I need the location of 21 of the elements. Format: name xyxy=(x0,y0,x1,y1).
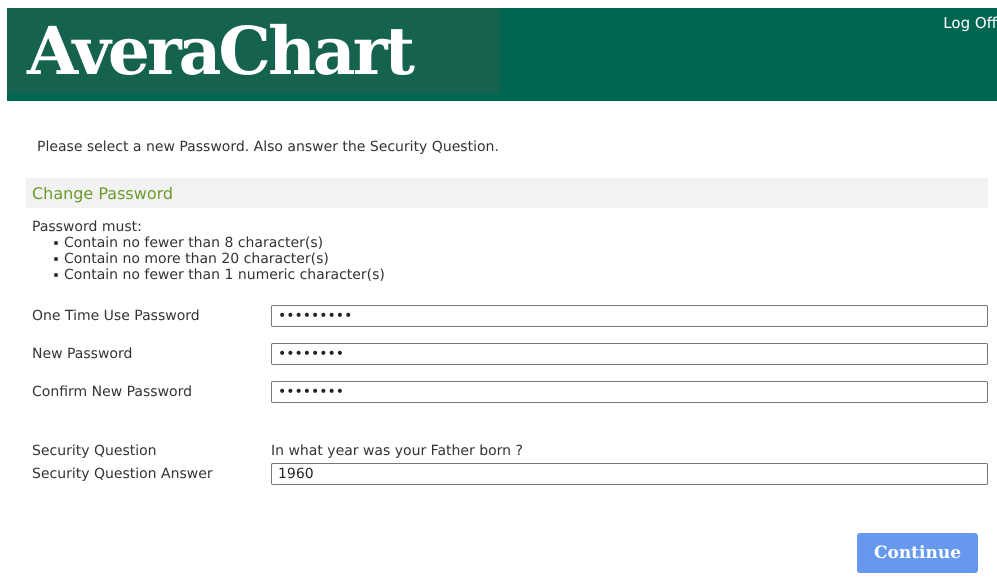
password-field[interactable]: •••••••• xyxy=(271,343,988,365)
rule-text: Contain no more than 20 character(s) xyxy=(64,251,329,267)
logo: AveraChart xyxy=(7,8,500,94)
field-label: Security Question Answer xyxy=(32,466,214,482)
instructions-text: Please select a new Password. Also answer the Security Question. xyxy=(36,139,500,155)
log-off-link[interactable]: Log Off xyxy=(943,14,997,32)
rules-heading: Password must: xyxy=(32,219,143,235)
answer-field[interactable]: 1960 xyxy=(271,463,988,485)
rule-text: Contain no fewer than 8 character(s) xyxy=(64,235,324,251)
security-question-text: In what year was your Father born ? xyxy=(271,443,523,459)
field-label: One Time Use Password xyxy=(32,308,201,324)
password-field[interactable]: •••••••• xyxy=(271,381,988,403)
bullet-icon xyxy=(54,257,58,261)
bullet-icon xyxy=(54,241,58,245)
bullet-icon xyxy=(54,273,58,277)
field-label: Confirm New Password xyxy=(32,384,194,400)
field-label: Security Question xyxy=(32,443,158,459)
rule-text: Contain no fewer than 1 numeric character(s) xyxy=(64,267,385,283)
section-title: Change Password xyxy=(32,184,174,202)
password-field[interactable]: ••••••••• xyxy=(271,305,988,327)
field-label: New Password xyxy=(32,346,134,362)
